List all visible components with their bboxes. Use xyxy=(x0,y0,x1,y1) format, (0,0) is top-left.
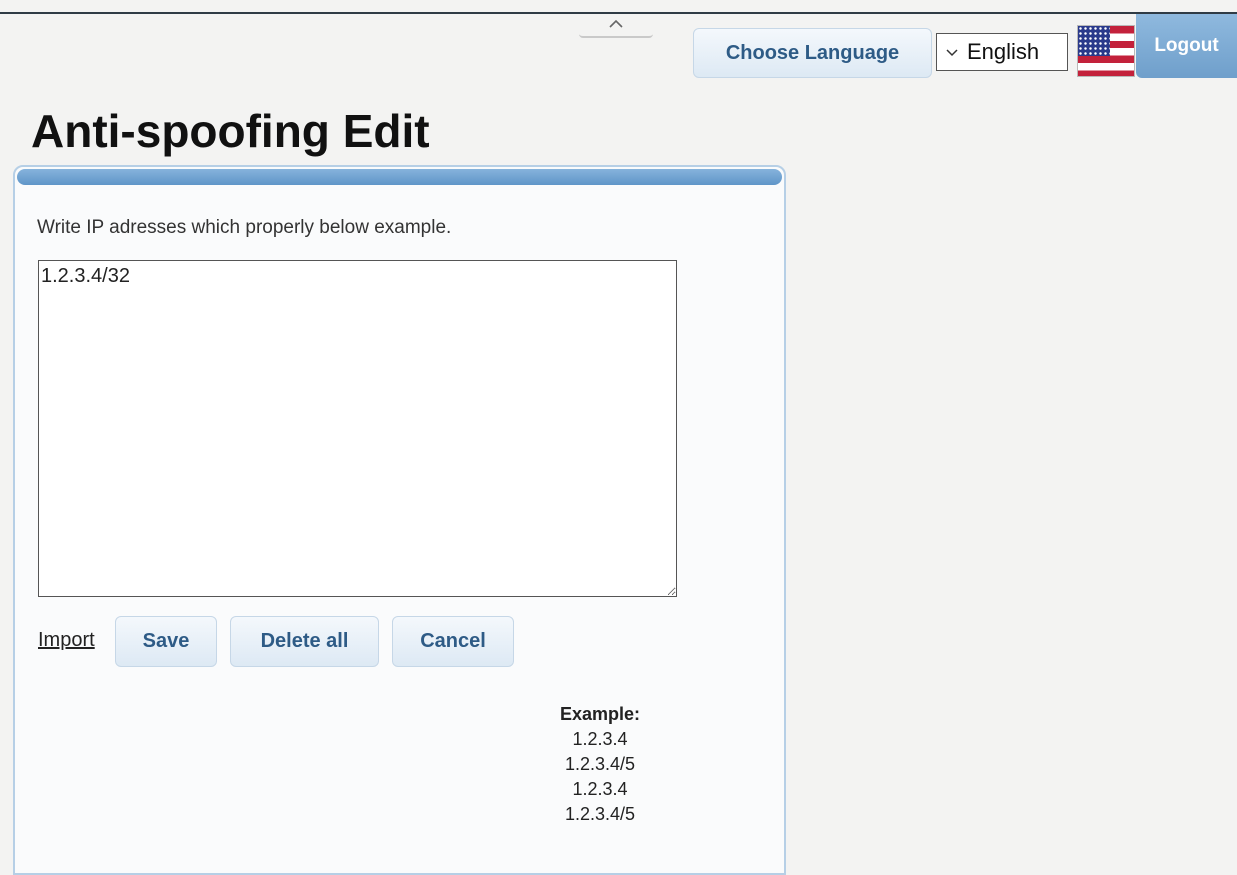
cancel-button[interactable]: Cancel xyxy=(392,616,514,667)
collapse-header-handle[interactable] xyxy=(579,16,653,38)
us-flag-icon xyxy=(1077,25,1135,77)
chevron-up-icon xyxy=(609,19,623,28)
import-link[interactable]: Import xyxy=(38,629,95,652)
delete-all-button[interactable]: Delete all xyxy=(230,616,379,667)
instruction-text: Write IP adresses which properly below e… xyxy=(37,217,452,238)
example-block: Example: 1.2.3.4 1.2.3.4/5 1.2.3.4 1.2.3… xyxy=(475,702,725,827)
ip-address-textarea[interactable]: 1.2.3.4/32 xyxy=(38,260,677,597)
example-line: 1.2.3.4 xyxy=(572,729,628,749)
page-title: Anti-spoofing Edit xyxy=(31,105,430,157)
chevron-down-icon xyxy=(937,47,967,57)
example-line: 1.2.3.4 xyxy=(572,779,628,799)
language-select-value: English xyxy=(967,39,1040,64)
example-line: 1.2.3.4/5 xyxy=(564,804,636,824)
save-button[interactable]: Save xyxy=(115,616,217,667)
example-title: Example: xyxy=(559,704,641,724)
language-select[interactable]: English xyxy=(936,33,1068,71)
choose-language-button[interactable]: Choose Language xyxy=(693,28,932,78)
example-line: 1.2.3.4/5 xyxy=(564,754,636,774)
anti-spoofing-panel: Write IP adresses which properly below e… xyxy=(13,165,786,875)
top-border-line xyxy=(0,12,1237,14)
logout-button[interactable]: Logout xyxy=(1136,14,1237,78)
panel-header-bar xyxy=(17,169,782,185)
